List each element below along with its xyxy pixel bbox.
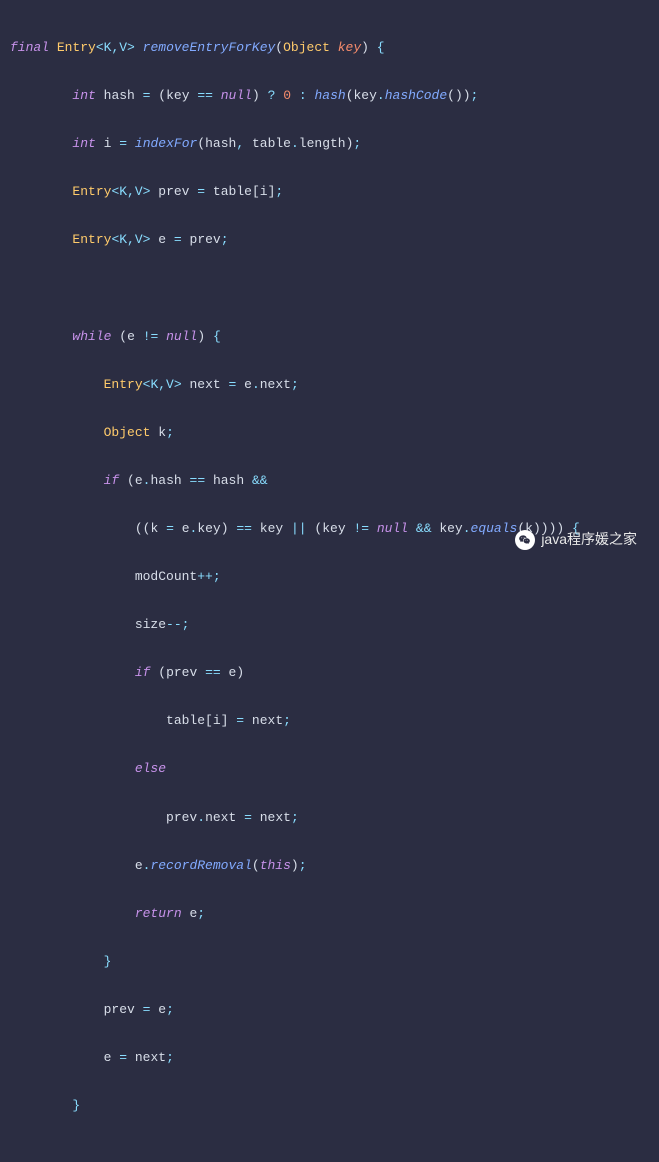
kw-if: if <box>104 473 120 488</box>
ident: prev <box>104 1002 135 1017</box>
code-line: if (prev == e) <box>10 661 649 685</box>
code-line: int hash = (key == null) ? 0 : hash(key.… <box>10 84 649 108</box>
code-line: return e; <box>10 902 649 926</box>
code-line: table[i] = next; <box>10 709 649 733</box>
generics: <K,V> <box>96 40 135 55</box>
kw-null: null <box>166 329 197 344</box>
code-line: final Entry<K,V> removeEntryForKey(Objec… <box>10 36 649 60</box>
ident: i <box>260 184 268 199</box>
type: Entry <box>72 184 111 199</box>
code-line: } <box>10 1094 649 1118</box>
kw-null: null <box>377 521 408 536</box>
watermark: java程序媛之家 <box>515 527 637 553</box>
ident: hash <box>104 88 135 103</box>
ident: i <box>104 136 112 151</box>
ident: next <box>252 713 283 728</box>
kw-int: int <box>72 136 95 151</box>
ident: e <box>182 521 190 536</box>
ident: next <box>260 810 291 825</box>
kw-this: this <box>260 858 291 873</box>
prop: next <box>205 810 236 825</box>
code-line: else <box>10 757 649 781</box>
ident: prev <box>166 665 197 680</box>
kw-while: while <box>72 329 111 344</box>
ident: size <box>135 617 166 632</box>
ident: e <box>158 232 166 247</box>
kw-final: final <box>10 40 49 55</box>
kw-null: null <box>221 88 252 103</box>
ident: key <box>439 521 462 536</box>
kw-else: else <box>135 761 166 776</box>
code-line: e.recordRemoval(this); <box>10 854 649 878</box>
code-line: Entry<K,V> prev = table[i]; <box>10 180 649 204</box>
kw-if: if <box>135 665 151 680</box>
param-name: key <box>338 40 361 55</box>
type: Entry <box>104 377 143 392</box>
code-line: Entry<K,V> e = prev; <box>10 228 649 252</box>
fn: equals <box>471 521 518 536</box>
fn: hash <box>314 88 345 103</box>
number: 0 <box>283 88 291 103</box>
ident: k <box>150 521 158 536</box>
ident: prev <box>166 810 197 825</box>
ident: e <box>244 377 252 392</box>
generics: <K,V> <box>143 377 182 392</box>
kw-int: int <box>72 88 95 103</box>
wechat-icon <box>515 530 535 550</box>
code-line: Object k; <box>10 421 649 445</box>
fn: recordRemoval <box>150 858 251 873</box>
code-line: prev.next = next; <box>10 806 649 830</box>
generics: <K,V> <box>111 184 150 199</box>
ident: key <box>322 521 345 536</box>
ident: next <box>135 1050 166 1065</box>
prop: next <box>260 377 291 392</box>
param-type: Object <box>283 40 330 55</box>
ident: table <box>252 136 291 151</box>
prop: hash <box>150 473 181 488</box>
code-line: while (e != null) { <box>10 325 649 349</box>
ident: e <box>135 473 143 488</box>
ident: hash <box>205 136 236 151</box>
ident: hash <box>213 473 244 488</box>
code-line: int i = indexFor(hash, table.length); <box>10 132 649 156</box>
method-name: removeEntryForKey <box>143 40 276 55</box>
ident: e <box>135 858 143 873</box>
ident: e <box>189 906 197 921</box>
code-line <box>10 1142 649 1162</box>
ident: e <box>127 329 135 344</box>
code-line: if (e.hash == hash && <box>10 469 649 493</box>
prop: length <box>299 136 346 151</box>
prop: key <box>197 521 220 536</box>
type: Object <box>104 425 151 440</box>
type: Entry <box>72 232 111 247</box>
code-line <box>10 277 649 301</box>
generics: <K,V> <box>111 232 150 247</box>
ident: prev <box>158 184 189 199</box>
code-line: prev = e; <box>10 998 649 1022</box>
ident: key <box>166 88 189 103</box>
ident: i <box>213 713 221 728</box>
kw-return: return <box>135 906 182 921</box>
ident: next <box>189 377 220 392</box>
code-line: modCount++; <box>10 565 649 589</box>
ident: table <box>166 713 205 728</box>
ident: k <box>158 425 166 440</box>
code-line: size--; <box>10 613 649 637</box>
ident: modCount <box>135 569 197 584</box>
ident: e <box>158 1002 166 1017</box>
type: Entry <box>57 40 96 55</box>
watermark-text: java程序媛之家 <box>541 527 637 553</box>
fn: hashCode <box>385 88 447 103</box>
ident: table <box>213 184 252 199</box>
ident: prev <box>190 232 221 247</box>
code-line: } <box>10 950 649 974</box>
fn: indexFor <box>135 136 197 151</box>
ident: e <box>104 1050 112 1065</box>
code-line: e = next; <box>10 1046 649 1070</box>
code-line: Entry<K,V> next = e.next; <box>10 373 649 397</box>
ident: key <box>260 521 283 536</box>
ident: e <box>229 665 237 680</box>
code-block: final Entry<K,V> removeEntryForKey(Objec… <box>10 12 649 1162</box>
